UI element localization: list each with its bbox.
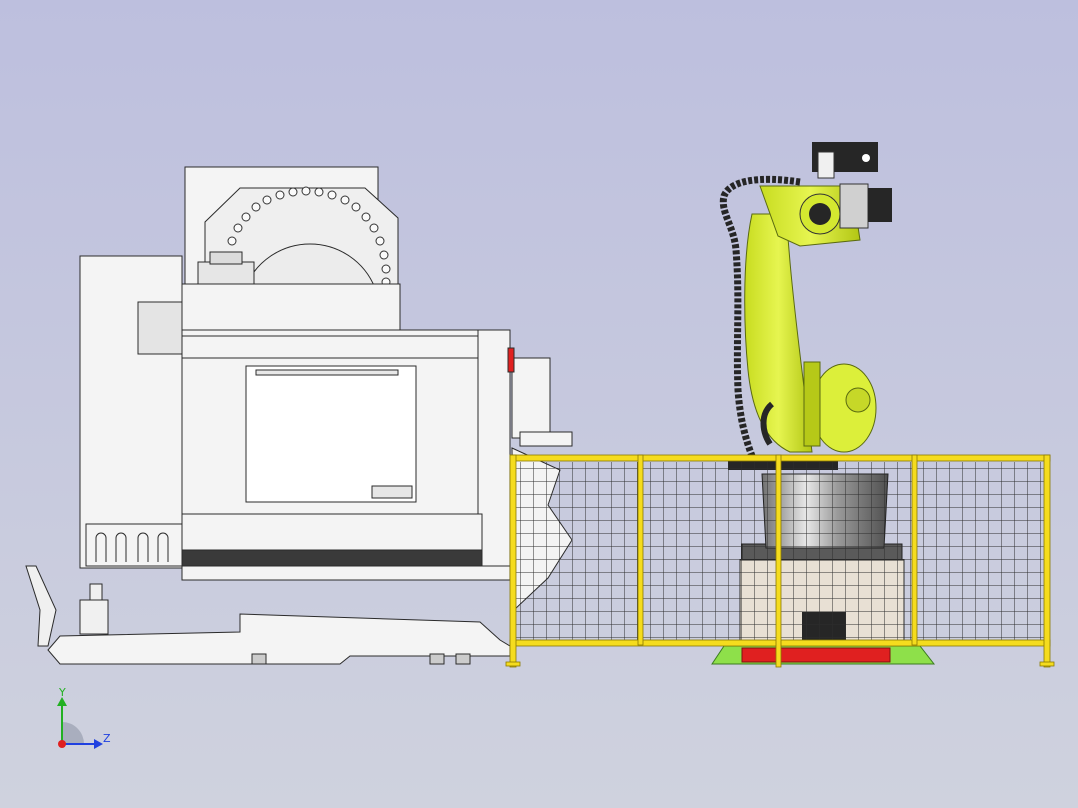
machine-vents (85, 523, 183, 567)
enclosure-top-band (181, 335, 479, 359)
red-indicator (507, 347, 515, 373)
axis-origin (58, 740, 66, 748)
spindle-motor-cap (209, 251, 243, 265)
machine-dark-band (181, 549, 483, 567)
machine-lower-panel (181, 513, 483, 551)
shoulder-hub (845, 387, 871, 413)
window-rail (255, 369, 399, 376)
machine-window[interactable] (245, 365, 417, 503)
robot-base-red-rail (741, 647, 891, 663)
end-effector-bracket (817, 151, 835, 179)
enclosure-side-panel (477, 329, 511, 571)
machine-lower-strip (181, 565, 511, 581)
end-effector-cylinder (868, 188, 892, 222)
machine-side-box (137, 301, 183, 355)
coolant-pump (79, 599, 109, 635)
cad-scene[interactable] (0, 0, 1078, 808)
upper-frame (181, 283, 401, 333)
safety-fence[interactable] (505, 454, 1055, 668)
end-effector-mount (839, 183, 869, 229)
end-effector-hole (862, 154, 870, 162)
chip-conveyor-unit[interactable] (511, 357, 551, 439)
coolant-pump-cap (89, 583, 103, 601)
shoulder-motor (803, 361, 821, 447)
axis-z-label: Z (103, 732, 111, 745)
axis-y-label: Y (59, 686, 66, 699)
window-latch (371, 485, 413, 499)
cad-viewport[interactable]: Y Z (0, 0, 1078, 808)
wrist-flange (809, 203, 831, 225)
chip-conveyor-lip (519, 431, 573, 447)
